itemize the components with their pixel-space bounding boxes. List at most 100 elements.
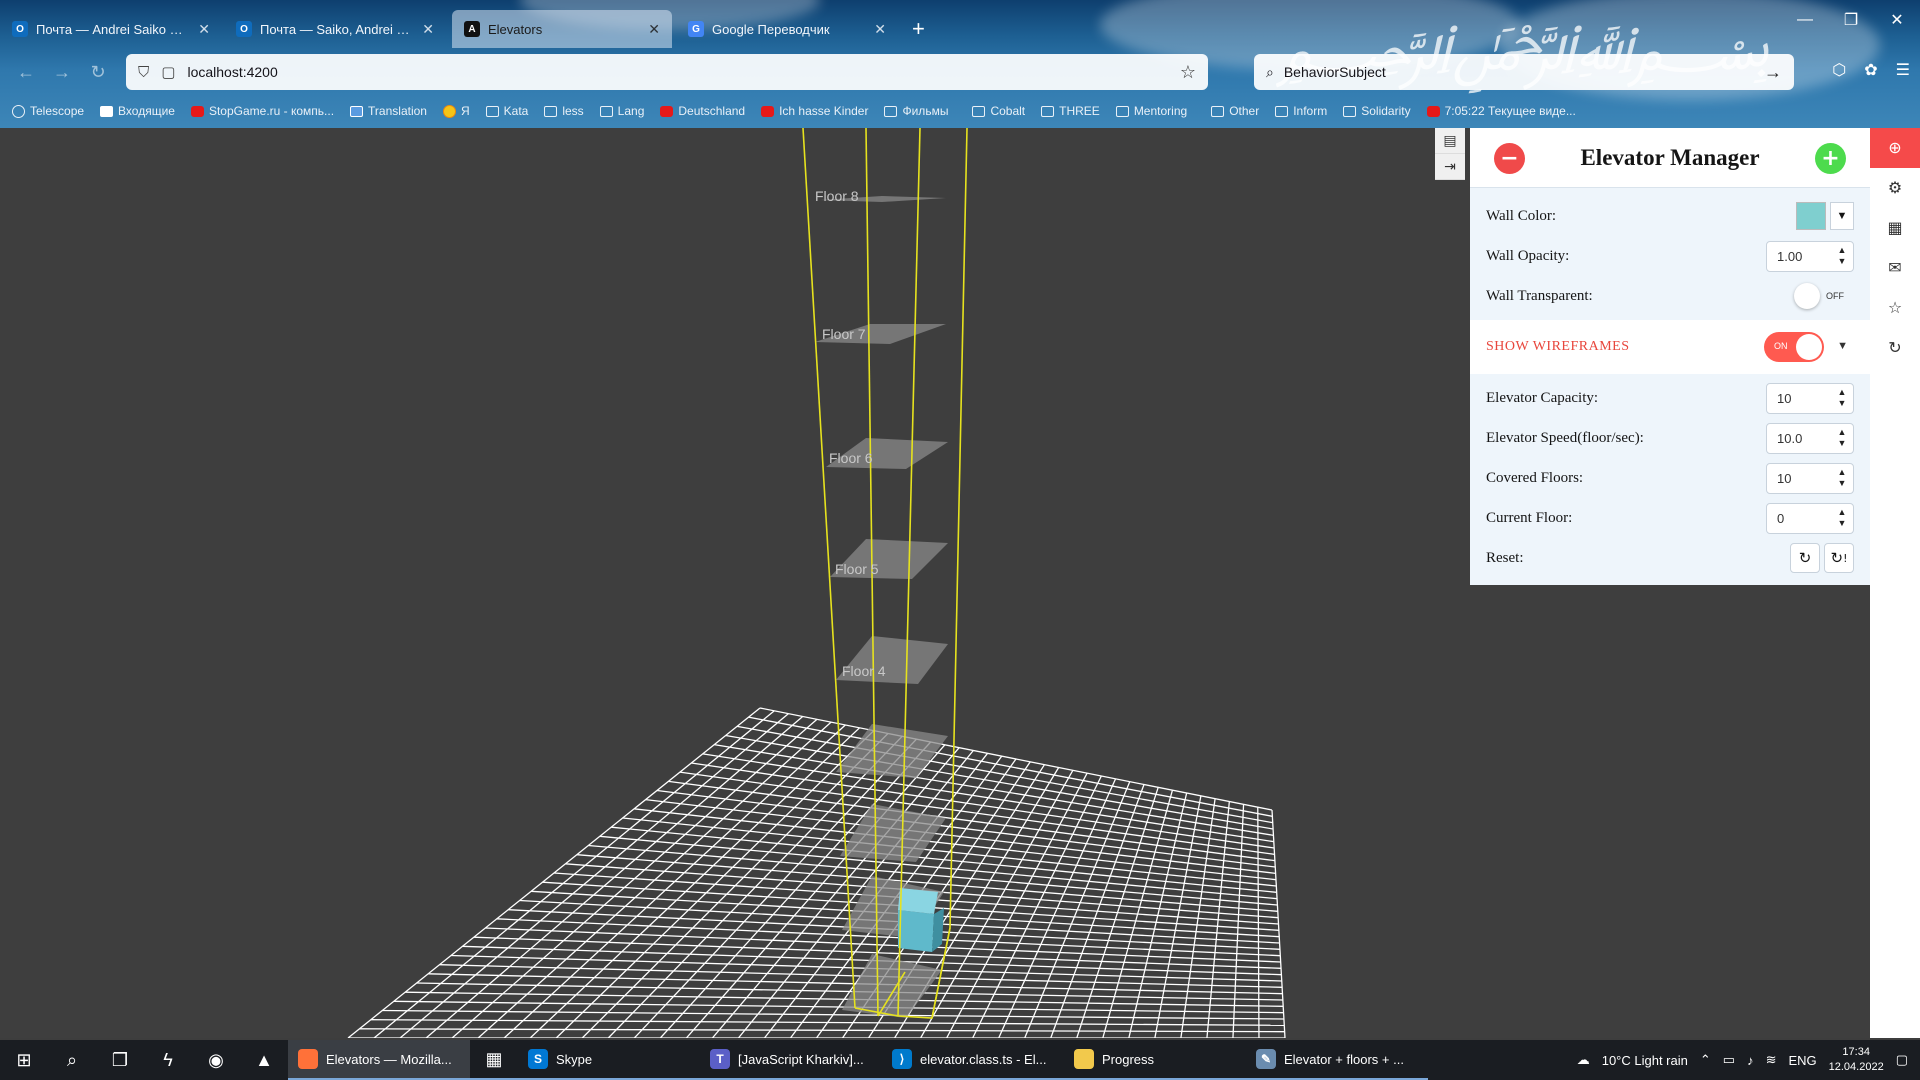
chrome-icon[interactable]: ◉	[192, 1040, 240, 1080]
reset-button[interactable]: ↻	[1790, 543, 1820, 573]
elevator-scene[interactable]: Floor 8 Floor 7 Floor 6 Floor 5 Floor 4	[0, 128, 1470, 1038]
bookmark-telescope[interactable]: Telescope	[12, 104, 84, 118]
stepper-arrows-icon[interactable]: ▲ ▼	[1831, 245, 1853, 267]
url-bar[interactable]: ⛉ ▢ localhost:4200 ☆	[126, 54, 1208, 90]
close-icon[interactable]: ✕	[422, 21, 434, 38]
bookmark-yandex[interactable]: Я	[442, 104, 470, 118]
elevator-capacity-value[interactable]: 10	[1767, 391, 1831, 406]
folder-icon	[884, 105, 898, 117]
chevron-down-icon[interactable]: ▼	[1830, 202, 1854, 230]
bookmark-solidarity[interactable]: Solidarity	[1343, 104, 1411, 118]
bookmark-stopgame[interactable]: StopGame.ru - компь...	[190, 104, 334, 118]
notifications-icon[interactable]: ▢	[1896, 1052, 1908, 1068]
volume-icon[interactable]: ♪	[1747, 1053, 1754, 1068]
current-floor-value[interactable]: 0	[1767, 511, 1831, 526]
chevron-down-icon[interactable]: ▼	[1837, 340, 1848, 352]
menu-icon[interactable]: ☰	[1896, 60, 1910, 80]
taskbar-app-progress[interactable]: Progress	[1064, 1040, 1246, 1080]
elevator-capacity-stepper[interactable]: 10 ▲ ▼	[1766, 382, 1854, 414]
taskbar-app-elevator-doc[interactable]: ✎ Elevator + floors + ...	[1246, 1040, 1428, 1080]
taskbar-app-teams[interactable]: T [JavaScript Kharkiv]...	[700, 1040, 882, 1080]
calculator-icon[interactable]: ▦	[470, 1040, 518, 1080]
mail-icon[interactable]: ✉	[1870, 248, 1920, 288]
stepper-arrows-icon[interactable]: ▲ ▼	[1831, 427, 1853, 449]
minimize-button[interactable]: —	[1782, 0, 1828, 40]
gear-icon[interactable]: ⚙	[1870, 168, 1920, 208]
stepper-arrows-icon[interactable]: ▲ ▼	[1831, 387, 1853, 409]
bookmark-deutschland[interactable]: Deutschland	[660, 104, 745, 118]
back-button[interactable]: ←	[14, 60, 38, 84]
bookmark-three[interactable]: THREE	[1041, 104, 1100, 118]
warning-app-icon[interactable]: ▲	[240, 1040, 288, 1080]
hard-reset-button[interactable]: ↻!	[1824, 543, 1854, 573]
stepper-arrows-icon[interactable]: ▲ ▼	[1831, 507, 1853, 529]
reload-button[interactable]: ↻	[86, 60, 110, 84]
taskbar-app-label: elevator.class.ts - El...	[920, 1051, 1047, 1067]
bookmark-inbox[interactable]: Входящие	[100, 104, 175, 118]
language-indicator[interactable]: ENG	[1788, 1053, 1816, 1068]
tab-outlook-2[interactable]: O Почта — Saiko, Andrei — Outlo ✕	[224, 10, 446, 48]
search-go-icon[interactable]: →	[1764, 62, 1782, 83]
bookmark-less[interactable]: less	[544, 104, 584, 118]
wifi-icon[interactable]: ≋	[1766, 1052, 1777, 1068]
extension-icon[interactable]: ✿	[1864, 60, 1877, 80]
close-icon[interactable]: ✕	[874, 21, 886, 38]
wall-color-swatch[interactable]	[1796, 202, 1826, 230]
bookmark-kata[interactable]: Kata	[485, 104, 528, 118]
remove-elevator-button[interactable]: −	[1494, 143, 1525, 174]
wireframes-row[interactable]: SHOW WIREFRAMES ON ▼	[1470, 320, 1870, 374]
bookmark-star-icon[interactable]: ☆	[1180, 62, 1196, 83]
wall-opacity-value[interactable]: 1.00	[1767, 249, 1831, 264]
bookmark-films[interactable]: Фильмы	[884, 104, 948, 118]
bookmark-mentoring[interactable]: Mentoring	[1115, 104, 1187, 118]
bookmark-cobalt[interactable]: Cobalt	[972, 104, 1025, 118]
bookmark-ich-hasse-kinder[interactable]: Ich hasse Kinder	[761, 104, 868, 118]
forward-button[interactable]: →	[50, 60, 74, 84]
search-bar[interactable]: ⌕ BehaviorSubject →	[1254, 54, 1794, 90]
elevator-speed-stepper[interactable]: 10.0 ▲ ▼	[1766, 422, 1854, 454]
taskbar-app-firefox[interactable]: Elevators — Mozilla...	[288, 1040, 470, 1080]
close-icon[interactable]: ✕	[648, 21, 660, 38]
wall-color-picker[interactable]: ▼	[1796, 202, 1854, 230]
wall-transparent-toggle[interactable]: OFF	[1794, 283, 1854, 309]
wall-opacity-stepper[interactable]: 1.00 ▲ ▼	[1766, 240, 1854, 272]
tab-outlook-1[interactable]: O Почта — Andrei Saiko — Outlo ✕	[0, 10, 222, 48]
shield-icon[interactable]: ⛉	[138, 64, 149, 81]
maximize-button[interactable]: ❐	[1828, 0, 1874, 40]
calendar-icon[interactable]: ▦	[1870, 208, 1920, 248]
add-circle-icon[interactable]: ⊕	[1870, 128, 1920, 168]
bookmark-other[interactable]: Other	[1211, 104, 1259, 118]
bookmark-lang[interactable]: Lang	[599, 104, 644, 118]
bookmark-translation[interactable]: Translation	[350, 104, 427, 118]
current-floor-stepper[interactable]: 0 ▲ ▼	[1766, 502, 1854, 534]
clock[interactable]: 17:34 12.04.2022	[1829, 1045, 1884, 1075]
new-tab-button[interactable]: +	[912, 16, 925, 42]
refresh-icon[interactable]: ↻	[1870, 328, 1920, 368]
dock-toggle-icon[interactable]: ⇥	[1435, 154, 1465, 180]
weather-cloud-icon[interactable]: ☁	[1577, 1052, 1590, 1068]
windows-start-icon[interactable]: ⊞	[0, 1040, 48, 1080]
search-icon[interactable]: ⌕	[48, 1040, 96, 1080]
tab-translate[interactable]: G Google Переводчик ✕	[676, 10, 898, 48]
battery-icon[interactable]: ▭	[1723, 1052, 1735, 1068]
stepper-arrows-icon[interactable]: ▲ ▼	[1831, 467, 1853, 489]
taskbar-app-vscode[interactable]: ⟩ elevator.class.ts - El...	[882, 1040, 1064, 1080]
chevron-up-icon[interactable]: ⌃	[1700, 1052, 1711, 1068]
tab-elevators[interactable]: A Elevators ✕	[452, 10, 672, 48]
taskbar-app-skype[interactable]: S Skype	[518, 1040, 700, 1080]
bookmark-video[interactable]: 7:05:22 Текущее виде...	[1426, 104, 1576, 118]
close-window-button[interactable]: ✕	[1874, 0, 1920, 40]
bookmark-inform[interactable]: Inform	[1275, 104, 1327, 118]
task-view-icon[interactable]: ❐	[96, 1040, 144, 1080]
pocket-icon[interactable]: ⬡	[1832, 60, 1846, 80]
star-icon[interactable]: ☆	[1870, 288, 1920, 328]
covered-floors-stepper[interactable]: 10 ▲ ▼	[1766, 462, 1854, 494]
show-wireframes-toggle[interactable]: ON	[1764, 332, 1824, 362]
weather-text[interactable]: 10°C Light rain	[1602, 1053, 1688, 1068]
covered-floors-value[interactable]: 10	[1767, 471, 1831, 486]
elevator-speed-value[interactable]: 10.0	[1767, 431, 1831, 446]
list-toggle-icon[interactable]: ▤	[1435, 128, 1465, 154]
add-elevator-button[interactable]: +	[1815, 143, 1846, 174]
lightning-icon[interactable]: ϟ	[144, 1040, 192, 1080]
close-icon[interactable]: ✕	[198, 21, 210, 38]
